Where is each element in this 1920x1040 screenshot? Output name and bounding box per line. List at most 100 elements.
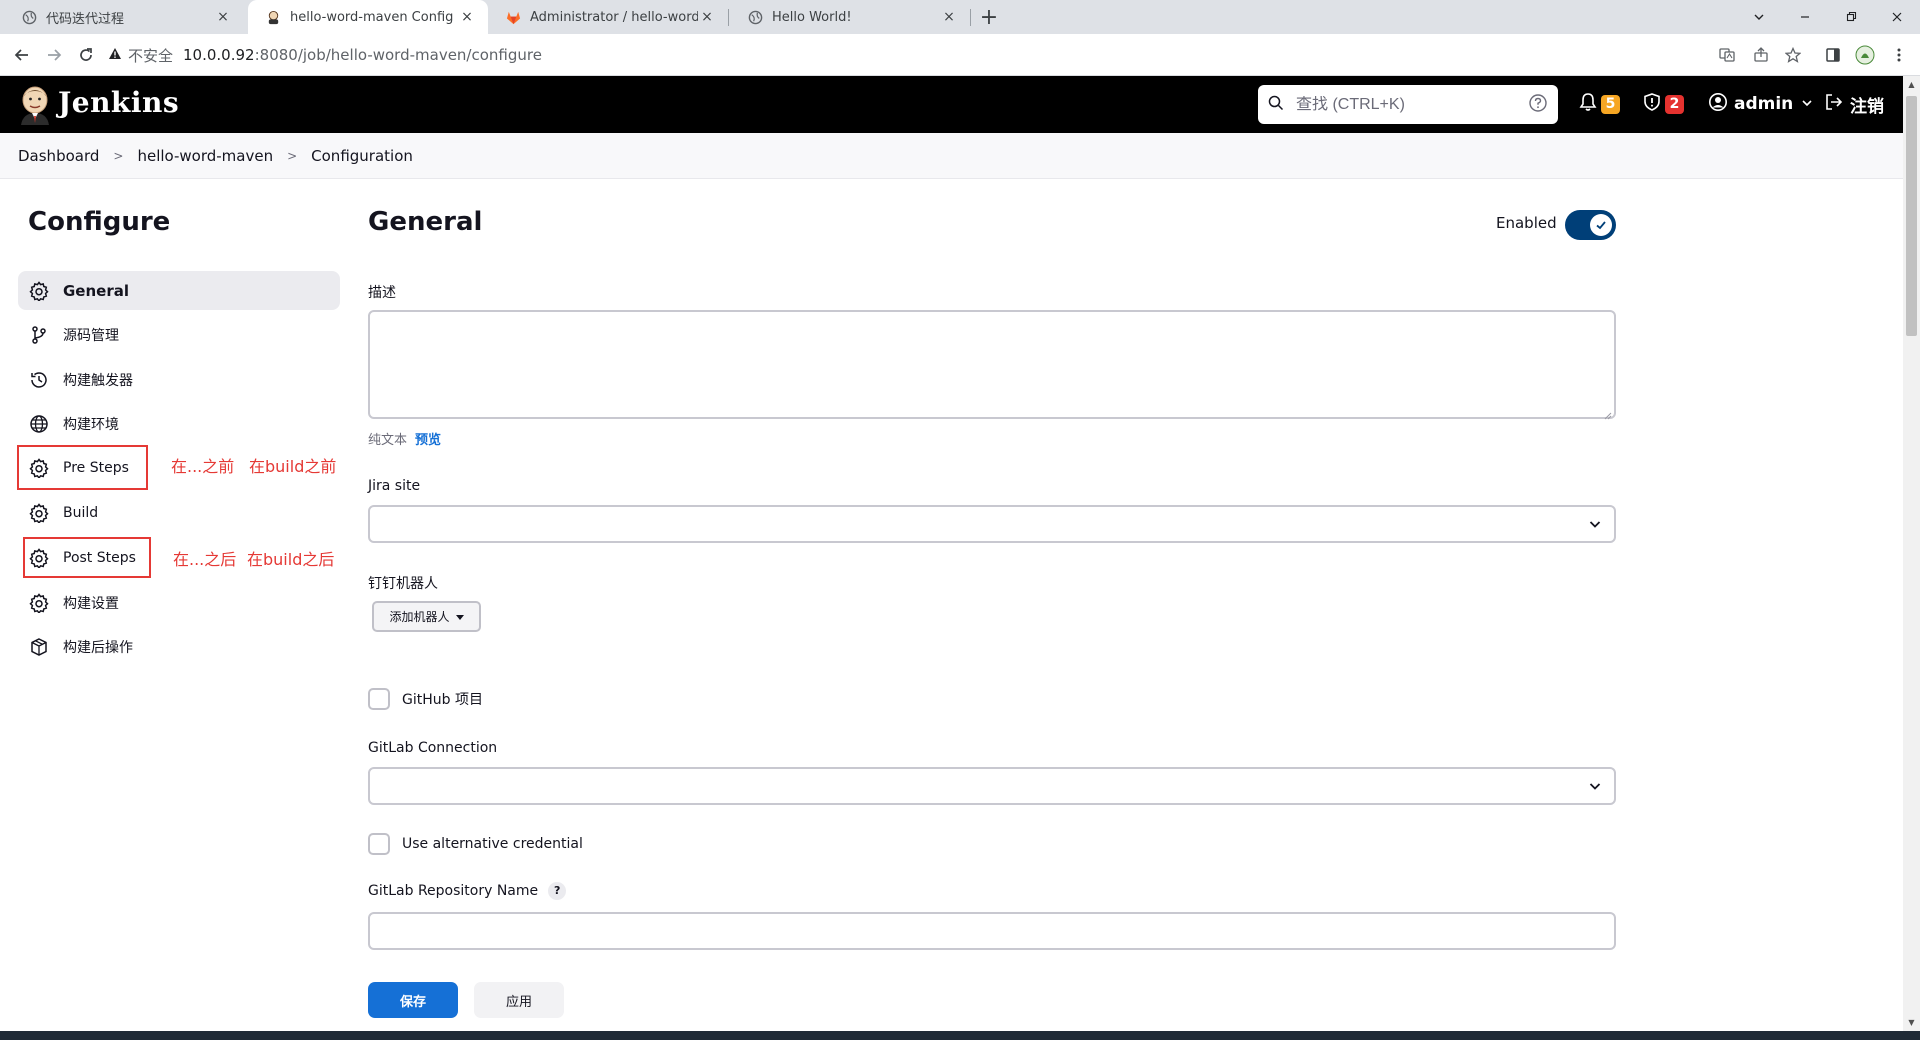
- browser-tab-strip: 代码迭代过程 × hello-word-maven Config [Jenkin…: [0, 0, 1920, 34]
- profile-avatar-icon[interactable]: [1853, 43, 1877, 67]
- format-text: 纯文本: [368, 433, 408, 448]
- jenkins-icon: [266, 10, 281, 25]
- cube-icon: [28, 636, 50, 658]
- chevron-down-icon: [1588, 778, 1602, 797]
- sidebar-item-build[interactable]: Build: [18, 493, 340, 532]
- translate-icon[interactable]: [1715, 43, 1739, 67]
- user-circle-icon: [1708, 92, 1728, 117]
- sidebar-item-triggers[interactable]: 构建触发器: [18, 360, 340, 399]
- notifications-button[interactable]: 5: [1578, 88, 1620, 120]
- gitlab-repo-input[interactable]: [370, 914, 1614, 948]
- close-icon[interactable]: ×: [698, 9, 716, 25]
- browser-tab-2[interactable]: hello-word-maven Config [Jenkins] ×: [248, 0, 488, 34]
- sidebar-item-label: 构建设置: [63, 595, 119, 612]
- annotation-post-2: 在build之后: [247, 550, 335, 569]
- sidebar-title: Configure: [28, 207, 171, 237]
- github-project-label: GitHub 项目: [402, 692, 483, 708]
- breadcrumb-item-configuration[interactable]: Configuration: [311, 147, 413, 165]
- jenkins-logo-icon[interactable]: [18, 85, 52, 125]
- browser-menu-icon[interactable]: [1887, 43, 1911, 67]
- gear-icon: [28, 280, 50, 302]
- breadcrumb-item-dashboard[interactable]: Dashboard: [18, 147, 99, 165]
- reload-icon[interactable]: [74, 43, 98, 67]
- app-name[interactable]: Jenkins: [58, 86, 179, 119]
- sidebar-item-post-build[interactable]: 构建后操作: [18, 627, 340, 666]
- user-menu[interactable]: admin: [1708, 88, 1813, 120]
- branch-icon: [28, 324, 50, 346]
- restore-icon[interactable]: [1828, 0, 1874, 34]
- shield-icon: [1642, 92, 1662, 117]
- bookmark-star-icon[interactable]: [1781, 43, 1805, 67]
- add-robot-button[interactable]: 添加机器人: [372, 601, 481, 632]
- sidebar-item-label: 源码管理: [63, 327, 119, 344]
- preview-link[interactable]: 预览: [415, 433, 441, 448]
- tab-title: Administrator / hello-word · GitLab: [530, 9, 698, 25]
- alt-credential-checkbox[interactable]: [368, 833, 390, 855]
- description-label: 描述: [368, 285, 396, 301]
- close-icon[interactable]: ×: [214, 9, 232, 25]
- gear-icon: [28, 592, 50, 614]
- annotation-box-pre-steps: [17, 445, 148, 490]
- github-project-checkbox[interactable]: [368, 688, 390, 710]
- breadcrumb: Dashboard > hello-word-maven > Configura…: [18, 133, 413, 179]
- description-textarea[interactable]: [368, 310, 1616, 420]
- alt-credential-row[interactable]: Use alternative credential: [368, 833, 583, 855]
- section-title: General: [368, 207, 483, 237]
- enabled-label: Enabled: [1496, 214, 1557, 232]
- gitlab-repo-label-row: GitLab Repository Name ?: [368, 882, 567, 900]
- tab-separator: [728, 9, 729, 26]
- close-icon[interactable]: ×: [458, 9, 476, 25]
- security-badge: 2: [1665, 94, 1684, 114]
- gear-icon: [28, 502, 50, 524]
- bottom-action-bar: [0, 965, 1903, 1031]
- sidebar-item-environment[interactable]: 构建环境: [18, 404, 340, 443]
- browser-tab-1[interactable]: 代码迭代过程 ×: [4, 0, 244, 34]
- save-button[interactable]: 保存: [368, 982, 458, 1018]
- forward-arrow-icon[interactable]: [42, 43, 66, 67]
- gitlab-repo-field[interactable]: [368, 912, 1616, 950]
- globe-icon: [28, 413, 50, 435]
- tab-title: hello-word-maven Config [Jenkins]: [290, 9, 458, 25]
- notifications-badge: 5: [1601, 94, 1620, 114]
- apply-button[interactable]: 应用: [474, 982, 564, 1018]
- new-tab-button[interactable]: +: [975, 0, 1003, 34]
- search-input[interactable]: [1296, 95, 1528, 114]
- jira-site-label: Jira site: [368, 478, 421, 494]
- gitlab-connection-select[interactable]: [368, 767, 1616, 805]
- breadcrumb-item-job[interactable]: hello-word-maven: [137, 147, 273, 165]
- os-taskbar: [0, 1031, 1920, 1040]
- github-project-row[interactable]: GitHub 项目: [368, 688, 483, 710]
- scrollbar-thumb[interactable]: [1906, 96, 1917, 336]
- back-arrow-icon[interactable]: [10, 43, 34, 67]
- side-panel-icon[interactable]: [1821, 43, 1845, 67]
- browser-tab-4[interactable]: Hello World! ×: [730, 0, 970, 34]
- warning-icon: [108, 47, 122, 64]
- annotation-pre-1: 在...之前: [171, 457, 235, 476]
- minimize-icon[interactable]: [1782, 0, 1828, 34]
- sidebar-item-general[interactable]: General: [18, 271, 340, 310]
- search-box[interactable]: [1258, 85, 1558, 124]
- resize-handle-icon[interactable]: [1602, 405, 1612, 420]
- address-bar[interactable]: 不安全 10.0.0.92 :8080/job/hello-word-maven…: [108, 39, 1748, 71]
- help-circle-icon[interactable]: [1528, 93, 1548, 117]
- browser-tab-3[interactable]: Administrator / hello-word · GitLab ×: [488, 0, 728, 34]
- close-icon[interactable]: ×: [940, 9, 958, 25]
- gitlab-icon: [506, 10, 521, 25]
- share-icon[interactable]: [1749, 43, 1773, 67]
- security-button[interactable]: 2: [1642, 88, 1684, 120]
- sidebar-item-build-settings[interactable]: 构建设置: [18, 583, 340, 622]
- logout-button[interactable]: 注销: [1824, 88, 1884, 120]
- close-window-icon[interactable]: [1874, 0, 1920, 34]
- jira-site-select[interactable]: [368, 505, 1616, 543]
- sidebar-item-scm[interactable]: 源码管理: [18, 315, 340, 354]
- enabled-toggle[interactable]: [1565, 210, 1616, 240]
- help-icon[interactable]: ?: [548, 882, 567, 900]
- description-input[interactable]: [370, 312, 1614, 417]
- url-host: 10.0.0.92: [183, 46, 255, 64]
- url-path: :8080/job/hello-word-maven/configure: [254, 46, 542, 64]
- scroll-down-icon[interactable]: ▼: [1903, 1014, 1920, 1031]
- logout-icon: [1824, 92, 1844, 117]
- tab-search-icon[interactable]: [1736, 0, 1782, 34]
- chevron-down-icon: [1801, 94, 1813, 114]
- scroll-up-icon[interactable]: ▲: [1903, 76, 1920, 93]
